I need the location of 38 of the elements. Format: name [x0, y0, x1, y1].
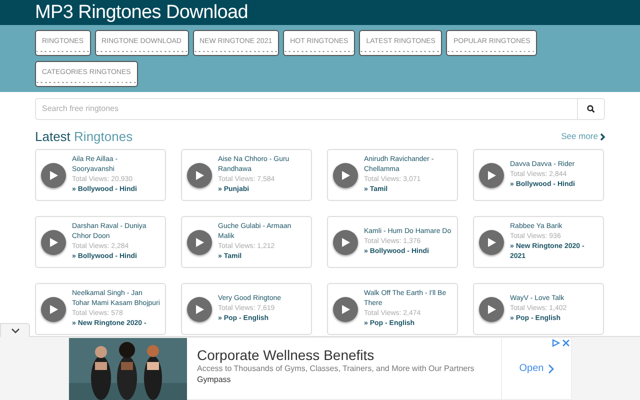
play-icon — [488, 238, 496, 246]
chevron-icon — [600, 132, 605, 141]
play-button[interactable] — [187, 296, 212, 322]
play-icon — [342, 170, 350, 180]
play-icon — [196, 238, 204, 246]
advertiser-name: Gympass — [197, 374, 232, 385]
play-icon — [50, 238, 58, 246]
play-icon — [50, 304, 58, 314]
play-button[interactable] — [41, 230, 66, 254]
chevron-icon — [548, 364, 554, 374]
play-button[interactable] — [333, 296, 358, 322]
play-button[interactable] — [333, 162, 358, 188]
play-button[interactable] — [479, 162, 504, 188]
collapse-tab[interactable] — [0, 323, 30, 337]
play-button[interactable] — [41, 296, 66, 322]
play-button[interactable] — [187, 230, 212, 254]
play-icon — [196, 170, 204, 180]
search-button[interactable] — [577, 98, 605, 120]
play-button[interactable] — [333, 230, 358, 254]
search-icon — [587, 105, 595, 113]
chevron-down-icon — [10, 328, 20, 334]
ad-description: Access to Thousands of Gyms, Classes, Trainers, and More with Our Partners — [197, 364, 476, 375]
play-icon — [342, 238, 350, 246]
play-icon — [488, 304, 496, 314]
play-button[interactable] — [187, 162, 212, 188]
play-icon — [196, 304, 204, 314]
search-field[interactable]: Search free ringtones — [35, 98, 577, 120]
play-button[interactable] — [479, 230, 504, 254]
section-title: Latest Ringtones — [35, 130, 133, 143]
play-button[interactable] — [41, 162, 66, 188]
play-icon — [50, 170, 58, 180]
ad-headline: Corporate Wellness Benefits — [197, 346, 376, 364]
play-icon — [342, 304, 350, 314]
ad-choices-icon[interactable] — [552, 339, 560, 347]
ad-banner[interactable]: Corporate Wellness Benefits Access to Thousands of Gyms, Classes, Trainers, and More with Our Partners Gympass Open — [68, 337, 572, 400]
play-icon — [488, 170, 496, 180]
play-button[interactable] — [479, 296, 504, 322]
close-icon[interactable] — [562, 339, 570, 347]
